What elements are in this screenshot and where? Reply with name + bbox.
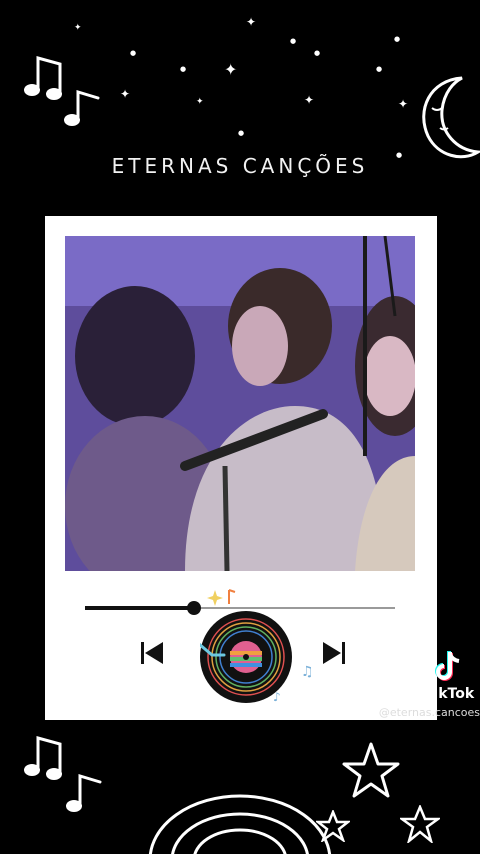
star-outline-icon [400,805,440,843]
star-icon: ✦ [246,15,257,29]
player-card: ♫ ♪ [45,216,437,720]
tiktok-logo-icon [435,651,460,681]
singers-photo [65,236,415,571]
music-note-icon: ♪ [273,690,281,704]
star-icon: ✦ [398,97,409,111]
star-icon: ✦ [224,60,238,79]
skip-next-icon[interactable] [321,640,347,666]
music-notes-top-icon [24,56,100,126]
video-frame [65,236,415,571]
tiktok-watermark: TikTok [420,650,478,702]
star-icon: ✦ [304,93,315,107]
rainbow-icon [148,794,332,854]
star-icon: ✦ [120,87,131,101]
tiktok-brand: TikTok [423,686,475,702]
star-outline-icon [316,810,350,842]
star-outline-icon [342,742,400,798]
dot-icon: ● [238,129,245,137]
star-icon: ✦ [196,97,204,107]
progress-fill [85,606,194,610]
moon-icon [422,76,480,159]
page-title: ETERNAS CANÇÕES [111,154,369,178]
star-icon: ✦ [74,23,82,33]
dot-icon: ● [376,65,383,73]
skip-previous-icon[interactable] [139,640,165,666]
dot-icon: ● [180,65,187,73]
dot-icon: ● [394,35,401,43]
dot-icon: ● [314,49,321,57]
dot-icon: ● [290,37,297,45]
dot-icon: ● [130,49,137,57]
tiktok-handle: @eternas.cancoes [378,706,480,719]
music-notes-bottom-icon [24,736,102,812]
progress-knob[interactable] [187,601,201,615]
music-note-icon: ♫ [301,664,314,680]
